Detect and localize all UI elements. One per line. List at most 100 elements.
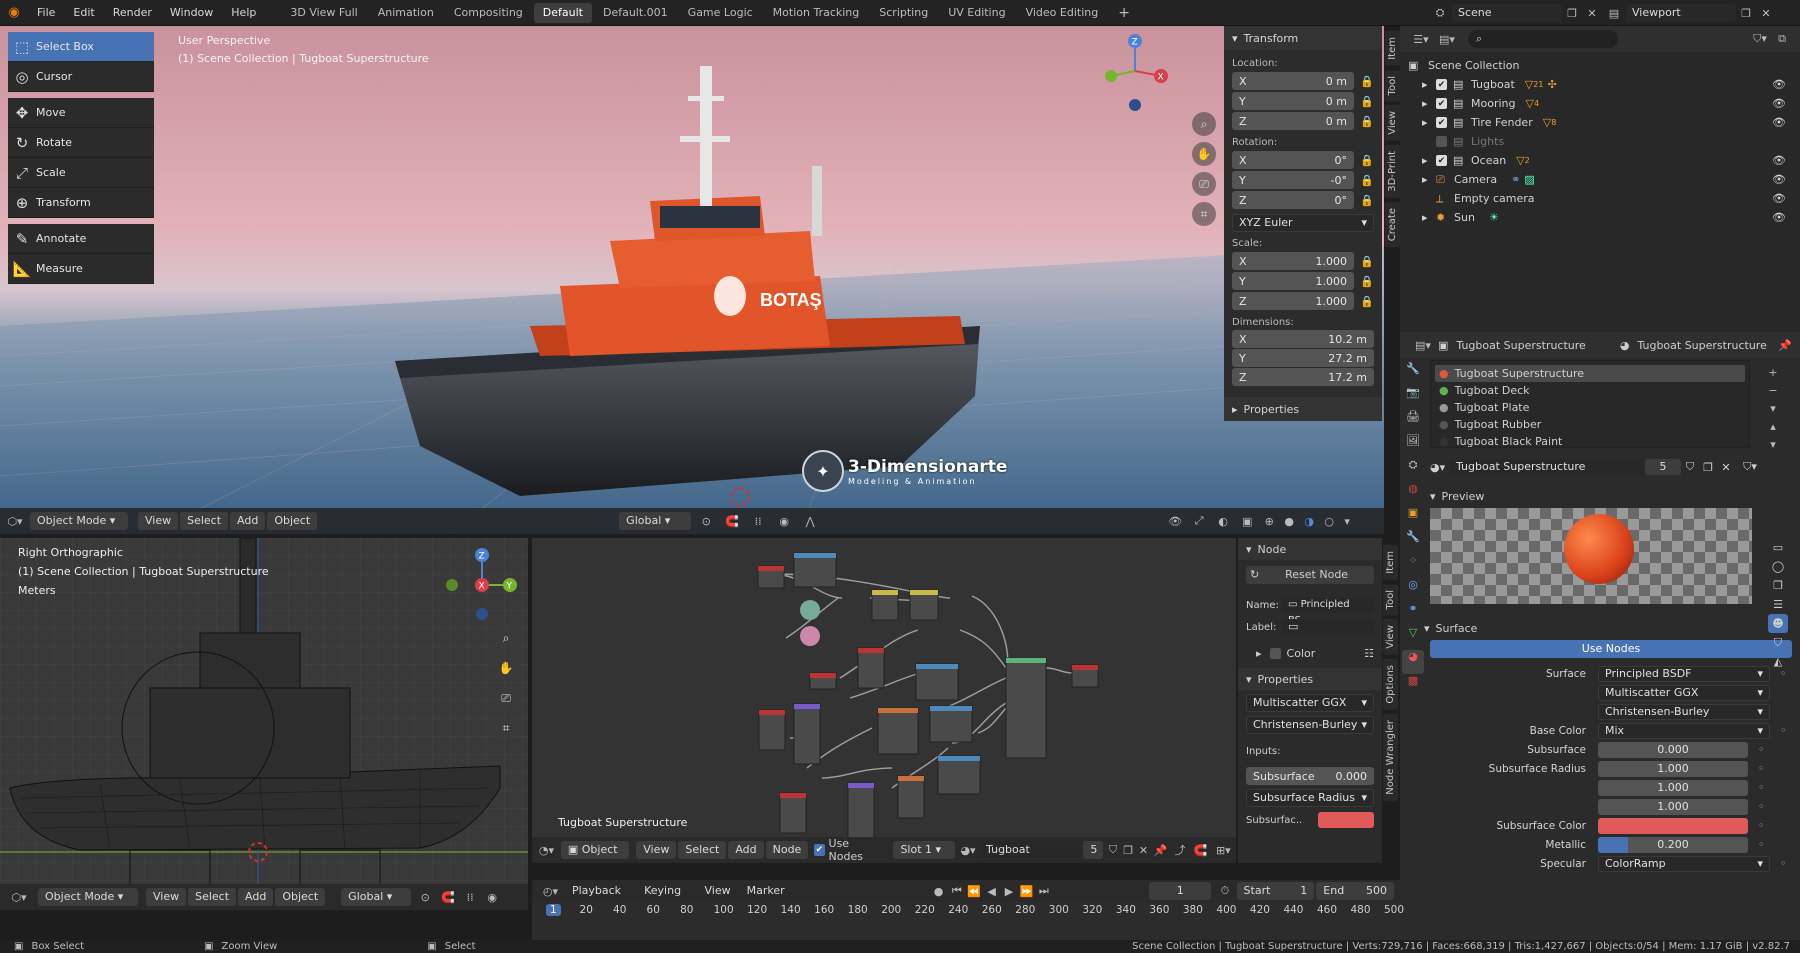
camera-view-icon[interactable]: ⎚	[494, 686, 518, 710]
lock-icon[interactable]: 🔒	[1354, 194, 1374, 207]
navigation-gizmo[interactable]: Z X	[1095, 31, 1175, 111]
viewlayer-field[interactable]: Viewport	[1626, 4, 1736, 22]
pin-icon[interactable]: 📌	[1778, 339, 1792, 352]
rotation-y[interactable]: Y -0° 🔒	[1232, 170, 1374, 190]
location-z[interactable]: Z0 m 🔒	[1232, 111, 1374, 131]
modifier-tab-icon[interactable]: 🔧	[1402, 530, 1424, 554]
tab-default[interactable]: Default	[533, 2, 592, 23]
tab-compositing[interactable]: Compositing	[445, 3, 532, 23]
preview-flat-icon[interactable]: ▭	[1768, 538, 1788, 557]
tool-cursor[interactable]: ◎ Cursor	[8, 62, 154, 92]
node-panel-header[interactable]: ▾ Node	[1238, 538, 1382, 560]
properties-type-icon[interactable]: ▤▾	[1408, 339, 1438, 352]
scene-tab-icon[interactable]: ⛭	[1402, 458, 1424, 482]
record-icon[interactable]: ●	[929, 885, 948, 898]
outliner-item-ocean[interactable]: ▸ ✔ ▤ Ocean ▽ 2 👁	[1408, 151, 1792, 170]
node-color-row[interactable]: ▸ Color ☷	[1246, 644, 1374, 662]
outliner-type-icon[interactable]: ☰▾	[1408, 33, 1434, 46]
falloff-icon[interactable]: ⋀	[797, 515, 823, 528]
blender-logo-icon[interactable]: ◉	[0, 5, 28, 20]
slot-menu-icon[interactable]: ▾	[1762, 400, 1784, 418]
preview-hair-icon[interactable]: ☰	[1768, 595, 1788, 614]
menu-help[interactable]: Help	[222, 0, 265, 26]
node-label-field[interactable]: ▭	[1282, 619, 1374, 635]
add-slot-icon[interactable]: +	[1762, 364, 1784, 382]
tab-tool[interactable]: Tool	[1382, 582, 1399, 617]
object-mode-dropdown[interactable]: Object Mode ▾	[30, 512, 128, 530]
slot-dropdown[interactable]: Slot 1 ▾	[893, 841, 955, 859]
surface-dropdown[interactable]: Principled BSDF ▾	[1598, 665, 1770, 682]
render-tab-icon[interactable]: 📷	[1402, 386, 1424, 410]
pivot-icon[interactable]: ⊙	[693, 515, 719, 528]
filter-icon[interactable]: ⛉▾	[1748, 32, 1772, 46]
move-up-icon[interactable]: ▴	[1762, 418, 1784, 436]
node-properties-header[interactable]: ▾ Properties	[1238, 668, 1382, 690]
display-mode-icon[interactable]: ▤▾	[1434, 33, 1460, 46]
metallic-slider[interactable]: 0.200	[1598, 836, 1748, 853]
tool-annotate[interactable]: ✎ Annotate	[8, 224, 154, 254]
tab-scripting[interactable]: Scripting	[870, 3, 937, 23]
sss-color-swatch[interactable]	[1318, 812, 1374, 828]
preview-fluid-icon[interactable]: ◭	[1768, 652, 1788, 671]
tool-select-box[interactable]: ⬚ Select Box	[8, 32, 154, 62]
visibility-icon[interactable]: 👁	[1163, 515, 1187, 528]
outliner-search-input[interactable]: ⌕	[1468, 30, 1618, 48]
xray-icon[interactable]: ▣	[1235, 515, 1259, 528]
menu-view[interactable]: View	[636, 841, 677, 859]
physics-tab-icon[interactable]: ◎	[1402, 578, 1424, 602]
menu-select[interactable]: Select	[188, 888, 237, 906]
menu-view[interactable]: View	[138, 512, 179, 530]
keyframe-dot-icon[interactable]: ◦	[1758, 762, 1765, 775]
material-slot-item[interactable]: ● Tugboat Deck	[1435, 382, 1745, 399]
preview-cloth-icon[interactable]: ⛉	[1768, 633, 1788, 652]
snap-grid-icon[interactable]: ⁞⁞	[459, 891, 481, 904]
orientation-dropdown[interactable]: Global ▾	[341, 888, 412, 906]
dimension-y[interactable]: Y 27.2 m	[1232, 349, 1374, 367]
location-y[interactable]: Y0 m 🔒	[1232, 91, 1374, 111]
tab-item[interactable]: Item	[1384, 30, 1401, 67]
tab-view[interactable]: View	[1382, 618, 1399, 656]
close-viewlayer-icon[interactable]: ✕	[1756, 7, 1776, 20]
tab-view[interactable]: View	[1384, 104, 1401, 142]
tool-scale[interactable]: ⤢ Scale	[8, 158, 154, 188]
menu-view[interactable]: View	[698, 882, 738, 900]
location-x[interactable]: X0 m 🔒	[1232, 71, 1374, 91]
tool-transform[interactable]: ⊕ Transform	[8, 188, 154, 218]
menu-view[interactable]: View	[146, 888, 187, 906]
overlay-icon[interactable]: ◐	[1211, 515, 1235, 528]
filter-icon[interactable]: ⛉▾	[1735, 460, 1765, 474]
add-workspace-icon[interactable]: +	[1109, 3, 1139, 23]
duplicate-icon[interactable]: ❐	[1699, 461, 1717, 474]
tab-animation[interactable]: Animation	[369, 3, 443, 23]
proportional-edit-icon[interactable]: ◉	[481, 891, 503, 904]
node-sss-radius-dropdown[interactable]: Subsurface Radius ▾	[1246, 789, 1374, 807]
preview-sphere-icon[interactable]: ◯	[1768, 557, 1788, 576]
wireframe-shading-icon[interactable]: ⊕	[1259, 515, 1279, 528]
keyframe-dot-icon[interactable]: ◦	[1780, 724, 1787, 737]
surface-number-field[interactable]: 1.000	[1598, 779, 1748, 796]
unlink-icon[interactable]: ✕	[1717, 461, 1735, 474]
surface-number-field[interactable]: 0.000	[1598, 741, 1748, 758]
menu-select[interactable]: Select	[678, 841, 727, 859]
lock-icon[interactable]: 🔒	[1354, 295, 1374, 308]
next-keyframe-icon[interactable]: ⏩	[1018, 885, 1035, 898]
keyframe-dot-icon[interactable]: ◦	[1758, 743, 1765, 756]
dimension-x[interactable]: X 10.2 m	[1232, 330, 1374, 348]
material-slot-item[interactable]: ● Tugboat Black Paint	[1435, 433, 1745, 450]
tab-create[interactable]: Create	[1384, 200, 1401, 248]
jump-start-icon[interactable]: ⏮	[948, 884, 965, 898]
outliner-item-tire-fender[interactable]: ▸ ✔ ▤ Tire Fender ▽ 8 👁	[1408, 113, 1792, 132]
orthographic-viewport[interactable]: Z Y X Right Orthographic (1) Scene Colle…	[0, 538, 528, 910]
browse-material-icon[interactable]: ◕▾	[1430, 461, 1450, 474]
parent-node-icon[interactable]: ⤴	[1170, 842, 1190, 858]
surface-dropdown[interactable]: Christensen-Burley ▾	[1598, 703, 1770, 720]
duplicate-viewlayer-icon[interactable]: ❐	[1736, 7, 1756, 20]
tool-rotate[interactable]: ↻ Rotate	[8, 128, 154, 158]
editor-type-icon[interactable]: ⬡▾	[0, 515, 30, 528]
menu-node[interactable]: Node	[765, 841, 809, 859]
timeline-ruler[interactable]: 1 20 40 60 80 100 120 140 160 180 200 220 240 260 280 3…	[532, 902, 1404, 940]
play-icon[interactable]: ▶	[1000, 885, 1017, 898]
menu-edit[interactable]: Edit	[64, 0, 103, 26]
tab-3d-view-full[interactable]: 3D View Full	[281, 3, 366, 23]
menu-add[interactable]: Add	[230, 512, 266, 530]
